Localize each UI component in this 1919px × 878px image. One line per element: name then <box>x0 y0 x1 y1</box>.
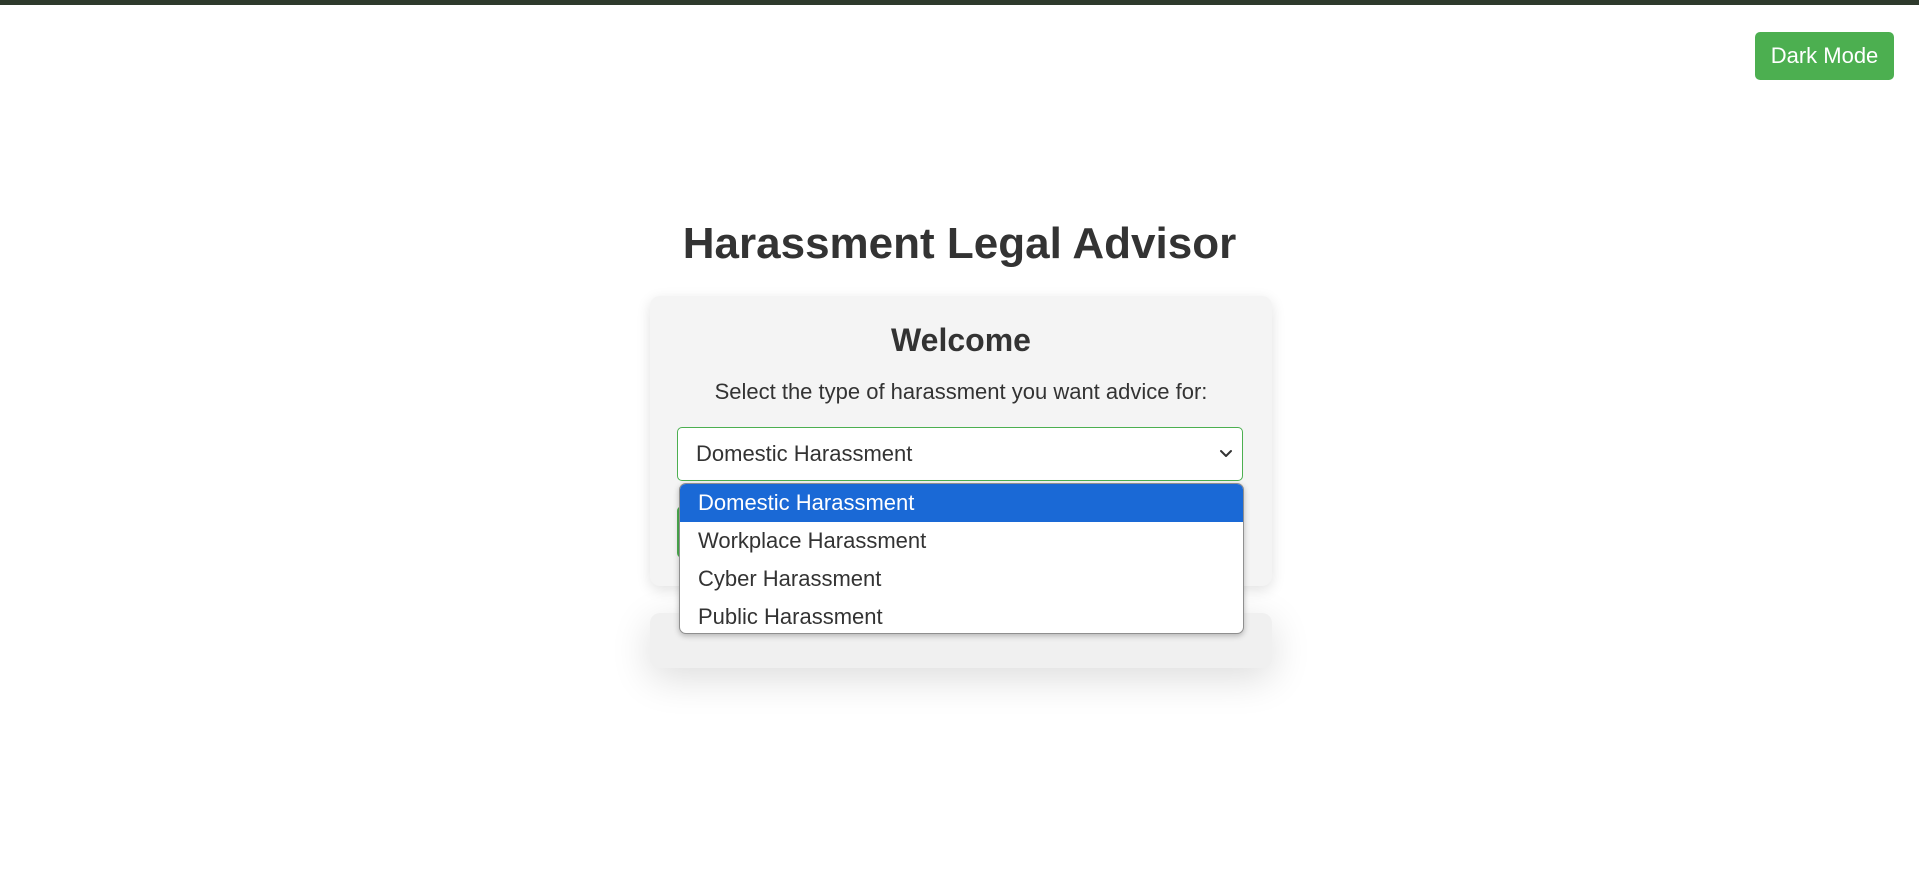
harassment-type-prompt: Select the type of harassment you want a… <box>714 379 1208 404</box>
chevron-down-icon <box>1220 450 1232 457</box>
option-public-harassment[interactable]: Public Harassment <box>680 598 1243 633</box>
top-accent-bar <box>0 0 1919 5</box>
harassment-type-dropdown-list: Domestic Harassment Workplace Harassment… <box>679 483 1244 634</box>
page-title: Harassment Legal Advisor <box>682 219 1237 268</box>
option-workplace-harassment[interactable]: Workplace Harassment <box>680 522 1243 560</box>
dark-mode-toggle-button[interactable]: Dark Mode <box>1755 32 1894 80</box>
option-cyber-harassment[interactable]: Cyber Harassment <box>680 560 1243 598</box>
select-value: Domestic Harassment <box>696 441 913 466</box>
card-heading: Welcome <box>891 322 1031 358</box>
option-domestic-harassment[interactable]: Domestic Harassment <box>680 484 1243 522</box>
harassment-type-select[interactable]: Domestic Harassment <box>677 427 1243 481</box>
